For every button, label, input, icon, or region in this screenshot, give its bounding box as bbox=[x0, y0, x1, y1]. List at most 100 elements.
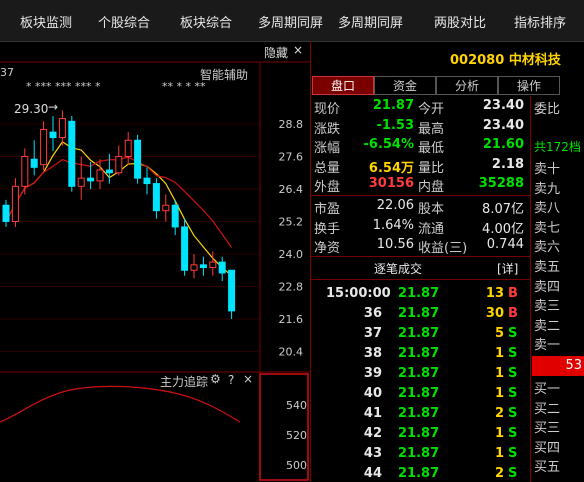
price-axis-tick: 25.2 bbox=[279, 216, 304, 229]
tick-time: 39 bbox=[363, 366, 382, 381]
quote-label: 外盘 bbox=[314, 180, 341, 195]
indicator-close-icon[interactable]: × bbox=[243, 372, 253, 386]
candle-body bbox=[87, 177, 95, 182]
candle-body bbox=[77, 177, 85, 187]
tick-price: 21.87 bbox=[398, 286, 440, 301]
menu-board-overview[interactable]: 板块综合 bbox=[180, 12, 232, 31]
quote-value: -1.53 bbox=[376, 117, 414, 133]
indicator-axis-tick: 500 bbox=[286, 459, 307, 472]
tick-side: S bbox=[508, 346, 518, 361]
tick-volume: 1 bbox=[494, 346, 504, 361]
tick-price: 21.87 bbox=[398, 426, 440, 441]
peak-arrow-icon: → bbox=[48, 100, 59, 114]
order-total-label: 共172档 bbox=[534, 140, 581, 154]
fund-label: 换手 bbox=[314, 221, 341, 237]
quote-label: 现价 bbox=[314, 102, 341, 117]
tick-volume: 2 bbox=[494, 466, 504, 481]
candle-body bbox=[58, 118, 66, 139]
tick-volume: 1 bbox=[494, 446, 504, 461]
tick-volume: 2 bbox=[494, 406, 504, 421]
quote-label: 最低 bbox=[418, 141, 445, 156]
candle-body bbox=[181, 226, 189, 271]
tick-side: S bbox=[508, 386, 518, 401]
quote-value: 35288 bbox=[478, 176, 524, 191]
candle-body bbox=[124, 139, 132, 157]
candle-body bbox=[162, 204, 170, 212]
price-axis-tick: 27.6 bbox=[279, 151, 304, 164]
candle-body bbox=[134, 139, 142, 179]
kline-chart-area[interactable]: 28.8 27.6 26.4 25.2 24.0 22.8 21.6 20.4 37 * **… bbox=[0, 42, 310, 482]
tab-funds[interactable]: 资金 bbox=[374, 76, 436, 95]
quote-label: 涨幅 bbox=[314, 141, 341, 156]
tick-price: 21.87 bbox=[398, 446, 440, 461]
tick-side: S bbox=[508, 466, 518, 481]
tick-volume: 30 bbox=[485, 306, 504, 321]
tick-volume: 1 bbox=[494, 426, 504, 441]
price-axis-tick: 28.8 bbox=[279, 118, 304, 131]
quote-value: 23.40 bbox=[482, 117, 524, 133]
tick-side: S bbox=[508, 426, 518, 441]
smart-assist-label[interactable]: 智能辅助 bbox=[200, 66, 248, 83]
tick-volume: 1 bbox=[494, 366, 504, 381]
tab-operation[interactable]: 操作 bbox=[498, 76, 560, 95]
price-axis-tick: 21.6 bbox=[279, 313, 304, 326]
buy-level-label: 买五 bbox=[534, 460, 561, 476]
tick-price: 21.87 bbox=[398, 306, 440, 321]
sell-level-label: 卖五 bbox=[534, 260, 561, 275]
menu-stock-overview[interactable]: 个股综合 bbox=[98, 12, 150, 31]
sell-level-label: 卖二 bbox=[534, 318, 561, 334]
tick-side: S bbox=[508, 366, 518, 381]
quote-label: 量比 bbox=[418, 160, 445, 176]
tick-price: 21.87 bbox=[398, 366, 440, 381]
tick-time: 40 bbox=[363, 386, 382, 401]
price-axis-tick: 26.4 bbox=[279, 183, 304, 196]
help-icon[interactable]: ? bbox=[228, 373, 234, 387]
quote-value: 21.60 bbox=[482, 137, 524, 152]
tick-side: S bbox=[508, 406, 518, 421]
menu-board-monitor[interactable]: 板块监测 bbox=[20, 12, 72, 31]
candle-body bbox=[105, 169, 113, 174]
candle-body bbox=[68, 120, 76, 187]
candle-body bbox=[11, 185, 19, 223]
candle-body bbox=[199, 264, 207, 269]
menu-multi-period-2[interactable]: 多周期同屏 bbox=[338, 12, 403, 31]
tick-time: 44 bbox=[363, 466, 382, 481]
candle-body bbox=[152, 183, 160, 212]
right-panel-divider bbox=[310, 42, 311, 482]
quote-value: -6.54% bbox=[363, 137, 415, 152]
tick-volume: 1 bbox=[494, 386, 504, 401]
stock-name: 中材科技 bbox=[508, 53, 561, 68]
menu-multi-period-1[interactable]: 多周期同屏 bbox=[258, 12, 323, 31]
sell-level-label: 卖一 bbox=[534, 338, 561, 354]
main-force-curve bbox=[0, 385, 241, 423]
sell-level-label: 卖十 bbox=[534, 162, 561, 177]
tick-price: 21.87 bbox=[398, 326, 440, 341]
fund-label: 流通 bbox=[418, 221, 445, 237]
candle-body bbox=[21, 156, 29, 187]
quote-value: 21.87 bbox=[372, 98, 414, 113]
tab-analysis[interactable]: 分析 bbox=[436, 76, 498, 95]
ticks-detail-link[interactable]: [详] bbox=[497, 260, 518, 277]
orderbook-divider bbox=[530, 96, 531, 482]
menu-compare[interactable]: 两股对比 bbox=[434, 12, 486, 31]
gear-icon[interactable]: ⚙ bbox=[210, 372, 221, 386]
sell-level-label: 卖六 bbox=[534, 240, 561, 256]
hide-close-icon[interactable]: × bbox=[293, 43, 303, 57]
candle-body bbox=[115, 156, 123, 174]
quote-value: 6.54万 bbox=[368, 160, 414, 176]
sell-level-label: 卖八 bbox=[534, 201, 561, 217]
fund-label: 市盈 bbox=[314, 202, 341, 217]
tick-time: 37 bbox=[363, 326, 382, 341]
tick-time: 43 bbox=[363, 446, 382, 461]
tick-time: 15:00:00 bbox=[326, 286, 391, 301]
sell-level-label: 卖七 bbox=[534, 220, 561, 236]
hide-button[interactable]: 隐藏 bbox=[264, 44, 288, 61]
menu-indicator-sort[interactable]: 指标排序 bbox=[514, 12, 566, 31]
indicator-title: 主力追踪 bbox=[160, 375, 209, 389]
candle-body bbox=[2, 204, 10, 222]
candle-body bbox=[30, 158, 38, 168]
signal-stars-left: * *** *** *** * bbox=[26, 80, 101, 93]
tab-quote[interactable]: 盘口 bbox=[312, 76, 374, 95]
sell-level-label: 卖三 bbox=[534, 299, 561, 315]
chart-period-label: 37 bbox=[0, 66, 14, 79]
